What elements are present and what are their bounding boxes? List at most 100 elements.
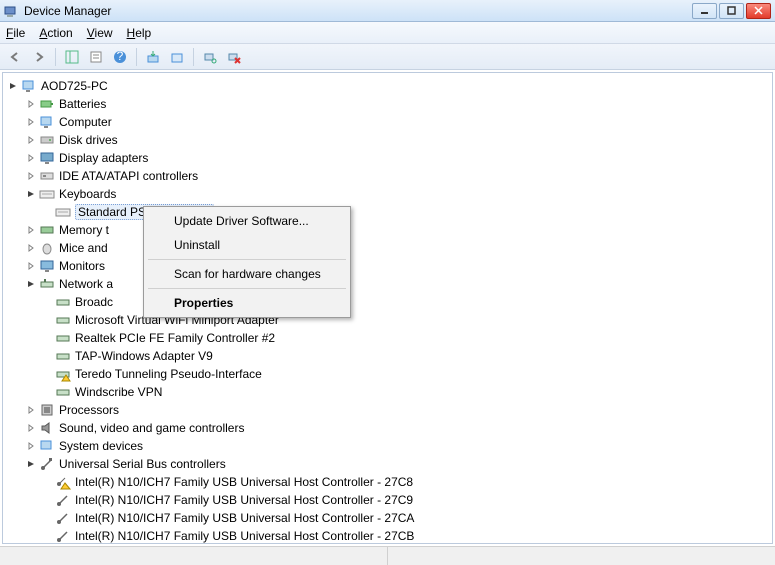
window-buttons bbox=[692, 3, 771, 19]
context-menu-properties[interactable]: Properties bbox=[146, 291, 348, 315]
memory-icon bbox=[39, 222, 55, 238]
tree-category-system[interactable]: System devices bbox=[7, 437, 772, 455]
tree-category-network[interactable]: Network a bbox=[7, 275, 772, 293]
toolbar-show-hide-tree[interactable] bbox=[61, 46, 83, 68]
network-adapter-icon bbox=[55, 312, 71, 328]
window-title: Device Manager bbox=[24, 4, 692, 18]
arrow-expanded-icon[interactable] bbox=[25, 278, 37, 290]
tree-item-net-0[interactable]: Broadc bbox=[7, 293, 772, 311]
tree-category-memory[interactable]: Memory t bbox=[7, 221, 772, 239]
toolbar-properties[interactable] bbox=[85, 46, 107, 68]
arrow-collapsed-icon[interactable] bbox=[25, 440, 37, 452]
toolbar-remove[interactable] bbox=[223, 46, 245, 68]
tree-item-net-4[interactable]: Teredo Tunneling Pseudo-Interface bbox=[7, 365, 772, 383]
toolbar-separator bbox=[193, 48, 194, 66]
network-adapter-icon bbox=[55, 294, 71, 310]
network-adapter-icon bbox=[55, 348, 71, 364]
maximize-button[interactable] bbox=[719, 3, 744, 19]
toolbar-separator bbox=[55, 48, 56, 66]
tree-category-display[interactable]: Display adapters bbox=[7, 149, 772, 167]
arrow-collapsed-icon[interactable] bbox=[25, 422, 37, 434]
arrow-collapsed-icon[interactable] bbox=[25, 134, 37, 146]
monitor-icon bbox=[39, 258, 55, 274]
svg-text:?: ? bbox=[117, 50, 124, 63]
menu-view[interactable]: View bbox=[87, 26, 113, 40]
tree-item-net-5[interactable]: Windscribe VPN bbox=[7, 383, 772, 401]
arrow-collapsed-icon[interactable] bbox=[25, 260, 37, 272]
toolbar-forward[interactable] bbox=[28, 46, 50, 68]
root-label: AOD725-PC bbox=[41, 79, 108, 93]
context-menu-separator bbox=[148, 288, 346, 289]
tree-item-net-1[interactable]: Microsoft Virtual WiFi Miniport Adapter bbox=[7, 311, 772, 329]
tree-category-processors[interactable]: Processors bbox=[7, 401, 772, 419]
display-icon bbox=[39, 150, 55, 166]
close-button[interactable] bbox=[746, 3, 771, 19]
toolbar: ? bbox=[0, 44, 775, 70]
tree-item-usb-2[interactable]: Intel(R) N10/ICH7 Family USB Universal H… bbox=[7, 509, 772, 527]
network-adapter-warning-icon bbox=[55, 366, 71, 382]
context-menu-uninstall[interactable]: Uninstall bbox=[146, 233, 348, 257]
menu-help[interactable]: Help bbox=[127, 26, 152, 40]
app-icon bbox=[4, 4, 18, 18]
toolbar-uninstall[interactable] bbox=[166, 46, 188, 68]
battery-icon bbox=[39, 96, 55, 112]
arrow-collapsed-icon[interactable] bbox=[25, 404, 37, 416]
ide-icon bbox=[39, 168, 55, 184]
keyboard-icon bbox=[55, 204, 71, 220]
tree-category-ide[interactable]: IDE ATA/ATAPI controllers bbox=[7, 167, 772, 185]
context-menu-update-driver[interactable]: Update Driver Software... bbox=[146, 209, 348, 233]
tree-root[interactable]: AOD725-PC bbox=[7, 77, 772, 95]
arrow-expanded-icon[interactable] bbox=[25, 188, 37, 200]
usb-icon bbox=[55, 510, 71, 526]
tree-item-usb-3[interactable]: Intel(R) N10/ICH7 Family USB Universal H… bbox=[7, 527, 772, 543]
usb-icon bbox=[39, 456, 55, 472]
keyboard-icon bbox=[39, 186, 55, 202]
toolbar-update-driver[interactable] bbox=[142, 46, 164, 68]
disk-icon bbox=[39, 132, 55, 148]
tree-container: AOD725-PC Batteries Computer Disk drives… bbox=[2, 72, 773, 544]
processor-icon bbox=[39, 402, 55, 418]
arrow-expanded-icon[interactable] bbox=[25, 458, 37, 470]
tree-category-sound[interactable]: Sound, video and game controllers bbox=[7, 419, 772, 437]
computer-icon bbox=[21, 78, 37, 94]
tree-category-monitors[interactable]: Monitors bbox=[7, 257, 772, 275]
network-adapter-icon bbox=[55, 330, 71, 346]
toolbar-help[interactable]: ? bbox=[109, 46, 131, 68]
arrow-collapsed-icon[interactable] bbox=[25, 242, 37, 254]
sound-icon bbox=[39, 420, 55, 436]
mouse-icon bbox=[39, 240, 55, 256]
statusbar bbox=[0, 546, 775, 565]
arrow-collapsed-icon[interactable] bbox=[25, 98, 37, 110]
tree-category-batteries[interactable]: Batteries bbox=[7, 95, 772, 113]
tree-item-net-2[interactable]: Realtek PCIe FE Family Controller #2 bbox=[7, 329, 772, 347]
statusbar-pane-right bbox=[388, 547, 775, 565]
usb-icon bbox=[55, 492, 71, 508]
minimize-button[interactable] bbox=[692, 3, 717, 19]
context-menu-scan[interactable]: Scan for hardware changes bbox=[146, 262, 348, 286]
tree-category-disk[interactable]: Disk drives bbox=[7, 131, 772, 149]
menu-action[interactable]: Action bbox=[39, 26, 72, 40]
usb-warning-icon bbox=[55, 474, 71, 490]
toolbar-back[interactable] bbox=[4, 46, 26, 68]
arrow-collapsed-icon[interactable] bbox=[25, 224, 37, 236]
tree-category-keyboards[interactable]: Keyboards bbox=[7, 185, 772, 203]
network-adapter-icon bbox=[55, 384, 71, 400]
menu-file[interactable]: File bbox=[6, 26, 25, 40]
context-menu: Update Driver Software... Uninstall Scan… bbox=[143, 206, 351, 318]
statusbar-pane-left bbox=[0, 547, 388, 565]
toolbar-separator bbox=[136, 48, 137, 66]
arrow-collapsed-icon[interactable] bbox=[25, 152, 37, 164]
toolbar-scan[interactable] bbox=[199, 46, 221, 68]
device-tree[interactable]: AOD725-PC Batteries Computer Disk drives… bbox=[3, 73, 772, 543]
tree-item-usb-1[interactable]: Intel(R) N10/ICH7 Family USB Universal H… bbox=[7, 491, 772, 509]
arrow-expanded-icon[interactable] bbox=[7, 80, 19, 92]
tree-category-computer[interactable]: Computer bbox=[7, 113, 772, 131]
arrow-collapsed-icon[interactable] bbox=[25, 170, 37, 182]
arrow-collapsed-icon[interactable] bbox=[25, 116, 37, 128]
tree-category-mice[interactable]: Mice and bbox=[7, 239, 772, 257]
tree-category-usb[interactable]: Universal Serial Bus controllers bbox=[7, 455, 772, 473]
tree-item-usb-0[interactable]: Intel(R) N10/ICH7 Family USB Universal H… bbox=[7, 473, 772, 491]
tree-item-standard-keyboard[interactable]: Standard PS/2 Keyboard bbox=[7, 203, 772, 221]
menubar: File Action View Help bbox=[0, 22, 775, 44]
tree-item-net-3[interactable]: TAP-Windows Adapter V9 bbox=[7, 347, 772, 365]
